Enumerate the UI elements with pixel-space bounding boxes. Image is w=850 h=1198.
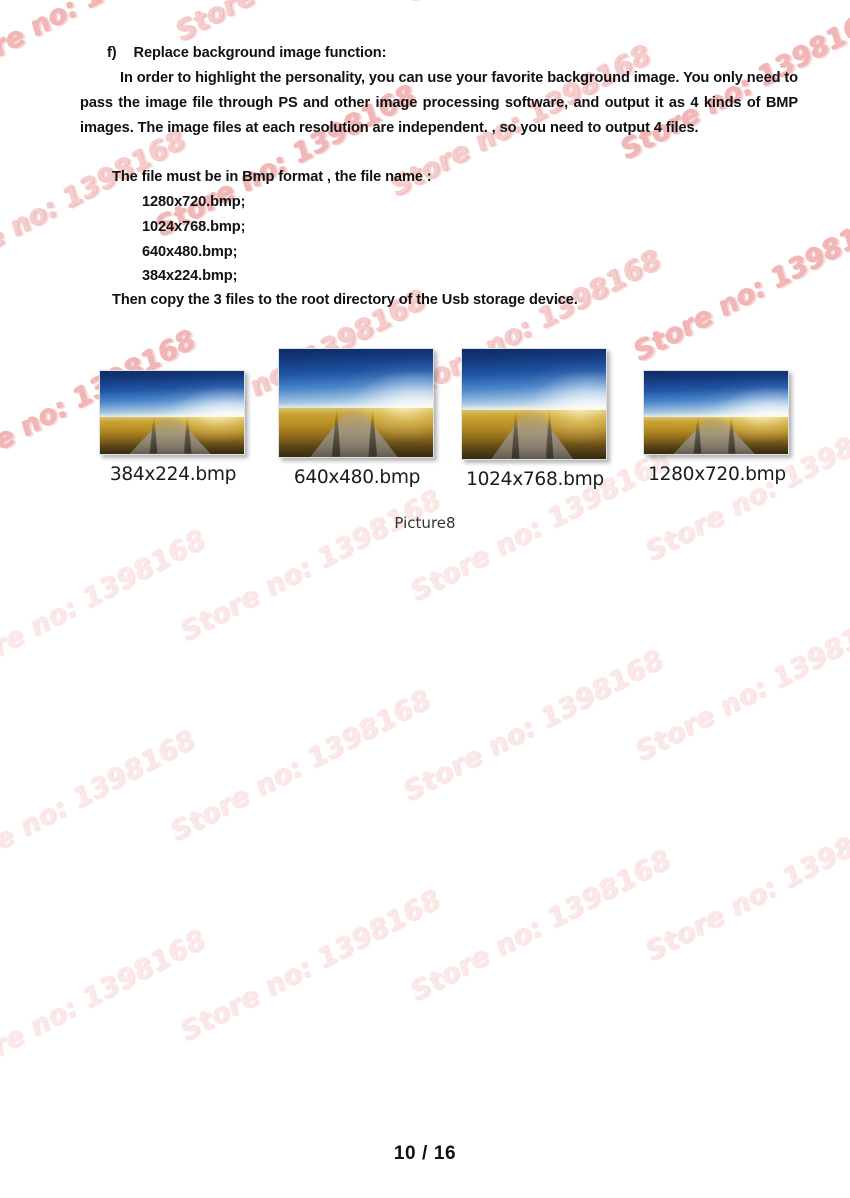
figure-label: Picture8 (394, 514, 456, 532)
thumbnail-caption: 1280x720.bmp (648, 464, 786, 485)
file-format-line: The file must be in Bmp format , the fil… (112, 169, 432, 185)
document-page: f) Replace background image function: In … (0, 0, 850, 1198)
sky-region (100, 371, 244, 419)
file-list-item: 1280x720.bmp; (142, 194, 246, 210)
thumbnail-caption: 384x224.bmp (109, 464, 237, 485)
thumbnail-caption: 1024x768.bmp (466, 469, 604, 490)
background-image-preview (461, 348, 607, 460)
file-list-item: 384x224.bmp; (142, 268, 238, 284)
thumbnail-item: 1024x768.bmp (461, 348, 609, 490)
thumbnail-item: 640x480.bmp (278, 348, 436, 488)
sky-region (644, 371, 788, 419)
section-marker: f) (107, 45, 117, 61)
figure-thumbnail-strip: 384x224.bmp 640x480.bmp 1024x768.bmp 128… (0, 340, 850, 540)
background-image-preview (99, 370, 245, 455)
section-title: Replace background image function: (133, 45, 387, 61)
page-number-footer: 10 / 16 (393, 1143, 457, 1164)
thumbnail-item: 1280x720.bmp (643, 370, 791, 485)
section-heading: f) Replace background image function: (80, 41, 825, 66)
sky-region (462, 349, 606, 412)
background-image-preview (643, 370, 789, 455)
sky-region (279, 349, 433, 411)
closing-line: Then copy the 3 files to the root direct… (112, 292, 578, 308)
thumbnail-item: 384x224.bmp (99, 370, 247, 485)
thumbnail-caption: 640x480.bmp (293, 467, 421, 488)
file-list-item: 640x480.bmp; (142, 244, 238, 260)
body-paragraph: In order to highlight the personality, y… (80, 70, 798, 136)
file-list-item: 1024x768.bmp; (142, 219, 246, 235)
background-image-preview (278, 348, 434, 458)
